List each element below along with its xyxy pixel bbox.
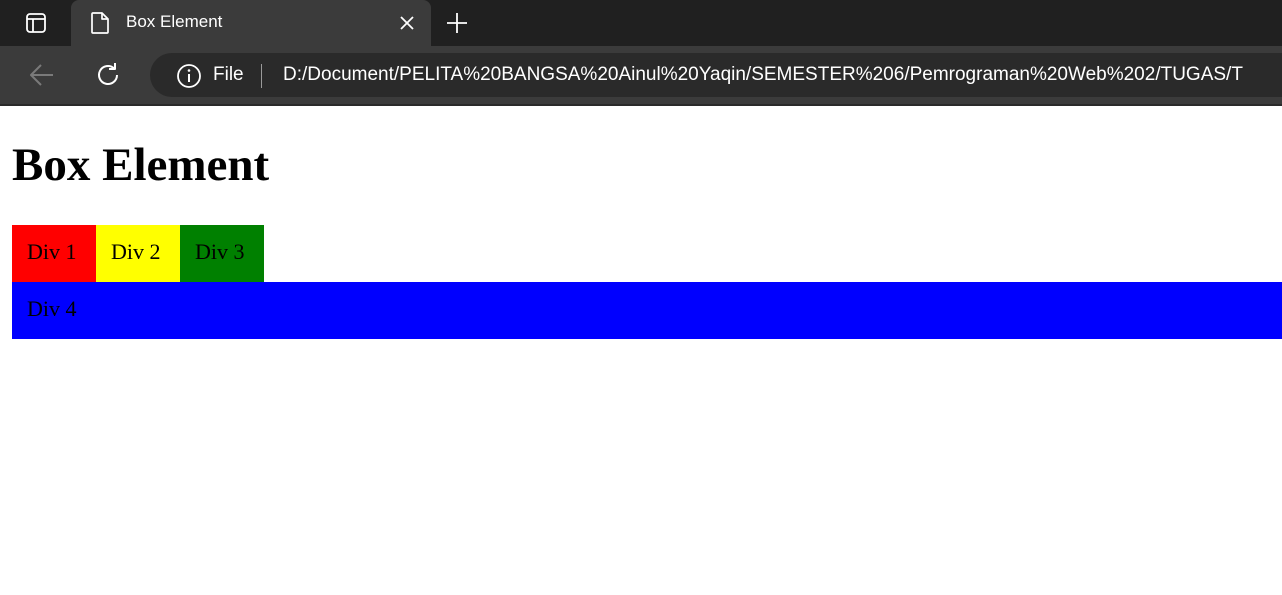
page-content: Box Element Div 1 Div 2 Div 3 Div 4 (0, 106, 1282, 595)
tab-strip: Box Element (0, 0, 1282, 46)
plus-icon[interactable] (444, 10, 470, 36)
box-div-4: Div 4 (12, 282, 1282, 339)
box-div-1: Div 1 (12, 225, 96, 282)
box-div-3: Div 3 (180, 225, 264, 282)
sidebar-icon[interactable] (14, 11, 58, 35)
tab-title: Box Element (126, 12, 223, 31)
browser-toolbar: File D:/Document/PELITA%20BANGSA%20Ainul… (0, 46, 1282, 106)
address-separator (261, 64, 262, 88)
page-title: Box Element (12, 139, 270, 191)
address-bar[interactable]: File D:/Document/PELITA%20BANGSA%20Ainul… (150, 53, 1282, 97)
browser-window: Box Element File D:/Document/PELITA%20BA… (0, 0, 1282, 595)
tab-box-element[interactable]: Box Element (71, 0, 431, 46)
box-div-2: Div 2 (96, 225, 180, 282)
url-text[interactable]: D:/Document/PELITA%20BANGSA%20Ainul%20Ya… (283, 64, 1243, 86)
close-icon[interactable] (397, 13, 417, 33)
document-icon (89, 11, 111, 35)
site-info-label[interactable]: File (213, 64, 244, 86)
info-icon[interactable] (176, 63, 202, 89)
reload-icon[interactable] (94, 61, 122, 89)
arrow-left-icon[interactable] (28, 62, 56, 88)
